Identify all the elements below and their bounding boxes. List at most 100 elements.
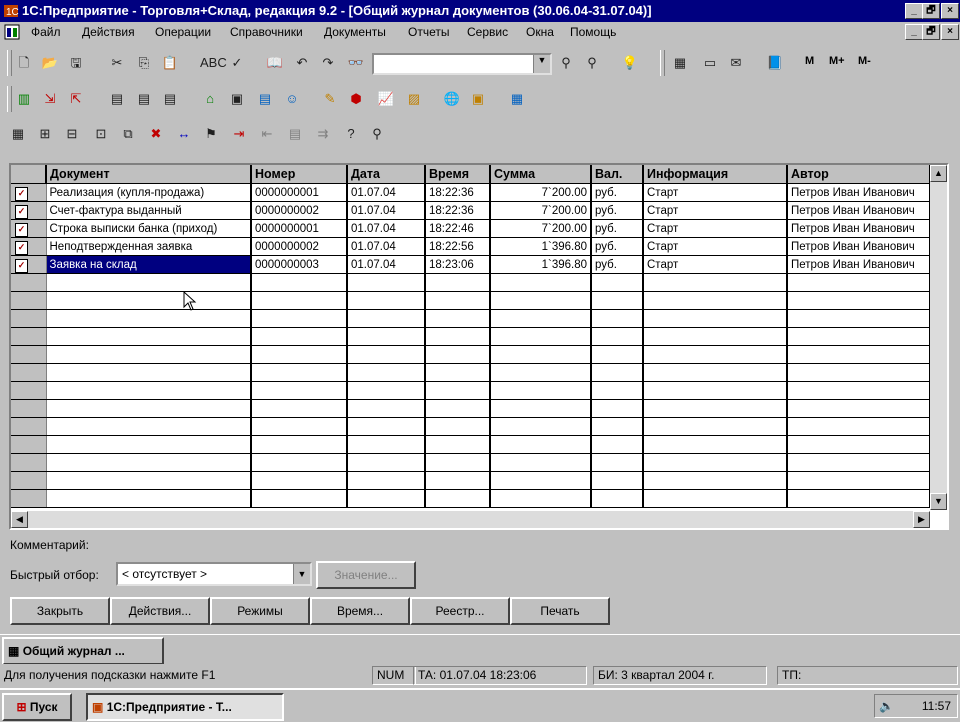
cell-author[interactable]: Петров Иван Иванович [787,201,931,220]
column-header-sum[interactable]: Сумма [490,165,592,184]
column-header-date[interactable]: Дата [347,165,426,184]
cell-time[interactable] [425,309,491,328]
column-header-info[interactable]: Информация [643,165,788,184]
cell-sum[interactable]: 7`200.00 [490,201,592,220]
table-row[interactable] [11,381,931,400]
new-document-icon[interactable]: 🗋 [14,53,34,73]
scroll-down-icon[interactable]: ▼ [930,493,947,510]
paste-icon[interactable]: 📋 [160,53,180,73]
cell-document[interactable] [46,489,252,508]
cell-document[interactable]: Неподтвержденная заявка [46,237,252,256]
cell-currency[interactable] [591,363,644,382]
cell-date[interactable] [347,291,426,310]
sales-chart-icon[interactable]: 📈 [376,89,396,109]
cell-author[interactable] [787,273,931,292]
help-icon[interactable]: ? [341,124,361,144]
copy-icon[interactable]: ⎘ [134,53,154,73]
cell-time[interactable] [425,327,491,346]
cell-info[interactable] [643,381,788,400]
search-input[interactable]: ▼ [372,53,552,75]
cell-author[interactable] [787,471,931,490]
cell-sum[interactable] [490,327,592,346]
table-row[interactable]: ✓ Заявка на склад 0000000003 01.07.04 18:23:… [11,255,931,274]
price-icon[interactable]: ⬢ [346,89,366,109]
cell-number[interactable] [251,471,348,490]
memory-minus-button[interactable]: M- [858,55,871,67]
cell-document[interactable] [46,453,252,472]
cell-time[interactable] [425,381,491,400]
journal-window-tab[interactable]: ▦ Общий журнал ... [2,637,164,665]
cell-time[interactable] [425,471,491,490]
cell-currency[interactable] [591,489,644,508]
cell-sum[interactable] [490,309,592,328]
cell-date[interactable] [347,345,426,364]
table-row[interactable] [11,327,931,346]
cell-currency[interactable]: руб. [591,237,644,256]
cell-time[interactable]: 18:22:56 [425,237,491,256]
cell-author[interactable]: Петров Иван Иванович [787,219,931,238]
cell-sum[interactable] [490,435,592,454]
actions-button[interactable]: Действия... [110,597,210,625]
scroll-right-icon[interactable]: ▶ [913,511,930,528]
memory-plus-button[interactable]: M+ [829,55,845,67]
delete-row-icon[interactable]: ✖ [146,124,166,144]
menu-help[interactable]: Помощь [570,25,616,39]
unpost-icon[interactable]: ⇤ [257,124,277,144]
cell-currency[interactable]: руб. [591,183,644,202]
cell-date[interactable] [347,363,426,382]
cell-date[interactable] [347,471,426,490]
chevron-down-icon[interactable]: ▼ [293,564,310,584]
menu-windows[interactable]: Окна [526,25,554,39]
lightbulb-icon[interactable]: 💡 [620,53,640,73]
cell-author[interactable]: Петров Иван Иванович [787,183,931,202]
cell-currency[interactable] [591,471,644,490]
cell-date[interactable]: 01.07.04 [347,255,426,274]
table-row[interactable] [11,309,931,328]
cell-author[interactable] [787,399,931,418]
cell-info[interactable] [643,399,788,418]
interval-icon[interactable]: ↔ [174,124,194,144]
table-row[interactable] [11,363,931,382]
column-header-author[interactable]: Автор [787,165,931,184]
cell-author[interactable] [787,489,931,508]
cell-time[interactable] [425,363,491,382]
cell-time[interactable] [425,435,491,454]
report-ras-icon[interactable]: ▤ [134,89,154,109]
cell-time[interactable] [425,417,491,436]
cell-author[interactable] [787,453,931,472]
cell-info[interactable]: Старт [643,255,788,274]
report-tov-icon[interactable]: ▤ [160,89,180,109]
cell-currency[interactable] [591,273,644,292]
cell-currency[interactable]: руб. [591,255,644,274]
cell-number[interactable] [251,489,348,508]
cell-author[interactable] [787,345,931,364]
cell-info[interactable] [643,327,788,346]
cell-document[interactable] [46,363,252,382]
child-close-button[interactable]: × [941,24,959,40]
open-folder-icon[interactable]: 📂 [40,53,60,73]
redo-icon[interactable]: ↷ [318,53,338,73]
cell-number[interactable] [251,291,348,310]
warehouse-icon[interactable]: ⌂ [200,89,220,109]
cell-date[interactable] [347,453,426,472]
cell-date[interactable]: 01.07.04 [347,219,426,238]
table-row[interactable] [11,435,931,454]
cell-document[interactable] [46,309,252,328]
spell-check-icon[interactable]: ✓ [227,53,247,73]
cell-document[interactable] [46,291,252,310]
cell-time[interactable] [425,399,491,418]
cell-author[interactable] [787,291,931,310]
outgoing-icon[interactable]: ⇱ [66,89,86,109]
scroll-left-icon[interactable]: ◀ [11,511,28,528]
cell-time[interactable]: 18:22:36 [425,201,491,220]
calendar-icon[interactable]: ▭ [700,53,720,73]
calculator-icon[interactable]: ▦ [670,53,690,73]
cell-sum[interactable] [490,489,592,508]
cell-currency[interactable] [591,417,644,436]
table-row[interactable] [11,273,931,292]
chat-icon[interactable]: ✉ [726,53,746,73]
filter-icon[interactable]: ⚲ [367,124,387,144]
cell-number[interactable]: 0000000003 [251,255,348,274]
vertical-scrollbar[interactable]: ▲ ▼ [930,165,947,510]
cell-info[interactable]: Старт [643,201,788,220]
